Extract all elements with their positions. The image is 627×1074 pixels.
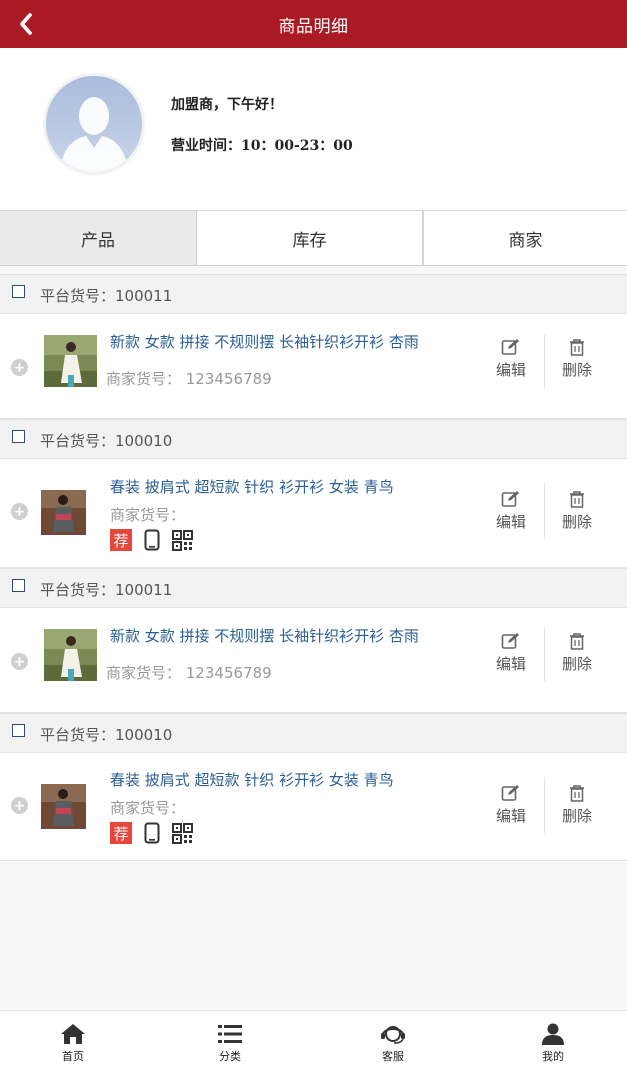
product-row[interactable]: + 新款 女款 拼接 不规则摆 长袖针织衫开衫 杏雨 商家货号： 1234567… <box>0 608 627 713</box>
mobile-icon[interactable] <box>144 822 160 844</box>
recommended-badge[interactable]: 荐 <box>110 822 132 844</box>
merchant-code: 商家货号： <box>110 799 186 817</box>
edit-label: 编辑 <box>495 361 526 379</box>
home-icon <box>61 1023 85 1044</box>
nav-home[interactable]: 首页 <box>33 1011 113 1074</box>
divider <box>544 334 545 388</box>
chevron-left-icon <box>20 13 32 35</box>
delete-label: 删除 <box>561 655 592 673</box>
tab-products[interactable]: 产品 <box>0 211 197 265</box>
product-detail-page: 商品明细 加盟商，下午好！ 营业时间：10：00-23：00 产品 库存 商家 <box>0 0 627 1074</box>
top-bar: 商品明细 <box>0 0 627 48</box>
merchant-code: 商家货号： 123456789 <box>106 664 272 682</box>
greeting-text: 加盟商，下午好！ <box>171 97 283 113</box>
select-checkbox[interactable] <box>12 285 25 298</box>
mobile-icon[interactable] <box>144 529 160 551</box>
merchant-code: 商家货号： 123456789 <box>106 370 272 388</box>
select-checkbox[interactable] <box>12 579 25 592</box>
business-hours: 营业时间：10：00-23：00 <box>171 138 353 154</box>
nav-category-label: 分类 <box>219 1049 241 1063</box>
platform-id: 平台货号：100011 <box>40 287 173 305</box>
nav-mine-label: 我的 <box>542 1049 564 1063</box>
product-group-header: 平台货号：100010 <box>0 419 627 459</box>
delete-button[interactable]: 删除 <box>552 490 602 532</box>
trash-icon <box>570 339 584 356</box>
trash-icon <box>570 633 584 650</box>
delete-label: 删除 <box>561 361 592 379</box>
product-row[interactable]: + 春装 披肩式 超短款 针织 衫开衫 女装 青鸟 商家货号： 荐 编辑 删除 <box>0 459 627 568</box>
edit-icon <box>501 491 519 507</box>
trash-icon <box>570 785 584 802</box>
delete-button[interactable]: 删除 <box>552 338 602 380</box>
tab-bar: 产品 库存 商家 <box>0 210 627 266</box>
product-row[interactable]: + 春装 披肩式 超短款 针织 衫开衫 女装 青鸟 商家货号： 荐 编辑 删除 <box>0 753 627 861</box>
bottom-nav: 首页 分类 客服 我的 <box>0 1010 627 1074</box>
nav-category[interactable]: 分类 <box>190 1011 270 1074</box>
product-thumbnail <box>41 784 86 829</box>
edit-button[interactable]: 编辑 <box>486 632 536 674</box>
product-row[interactable]: + 新款 女款 拼接 不规则摆 长袖针织衫开衫 杏雨 商家货号： 1234567… <box>0 314 627 419</box>
select-checkbox[interactable] <box>12 724 25 737</box>
product-thumbnail <box>41 490 86 535</box>
list-icon <box>218 1024 242 1043</box>
merchant-profile: 加盟商，下午好！ 营业时间：10：00-23：00 <box>0 48 627 210</box>
back-button[interactable] <box>14 12 38 36</box>
nav-home-label: 首页 <box>62 1049 84 1063</box>
headset-icon <box>381 1025 405 1044</box>
divider <box>544 777 545 833</box>
product-group-header: 平台货号：100011 <box>0 274 627 314</box>
delete-button[interactable]: 删除 <box>552 784 602 826</box>
nav-mine[interactable]: 我的 <box>513 1011 593 1074</box>
divider <box>544 628 545 682</box>
trash-icon <box>570 491 584 508</box>
expand-icon[interactable]: + <box>11 797 28 814</box>
qr-code-icon[interactable] <box>172 822 193 844</box>
edit-label: 编辑 <box>495 513 526 531</box>
product-name[interactable]: 新款 女款 拼接 不规则摆 长袖针织衫开衫 杏雨 <box>110 625 419 646</box>
product-thumbnail <box>44 629 97 681</box>
default-avatar-icon <box>46 76 142 172</box>
expand-icon[interactable]: + <box>11 653 28 670</box>
product-group-header: 平台货号：100011 <box>0 568 627 608</box>
delete-button[interactable]: 删除 <box>552 632 602 674</box>
edit-button[interactable]: 编辑 <box>486 338 536 380</box>
edit-label: 编辑 <box>495 655 526 673</box>
product-badges: 荐 <box>110 822 193 844</box>
edit-button[interactable]: 编辑 <box>486 490 536 532</box>
edit-label: 编辑 <box>495 807 526 825</box>
product-name[interactable]: 新款 女款 拼接 不规则摆 长袖针织衫开衫 杏雨 <box>110 331 419 352</box>
nav-service[interactable]: 客服 <box>353 1011 433 1074</box>
edit-icon <box>501 339 519 355</box>
avatar[interactable] <box>46 76 142 172</box>
expand-icon[interactable]: + <box>11 503 28 520</box>
expand-icon[interactable]: + <box>11 359 28 376</box>
merchant-code: 商家货号： <box>110 506 186 524</box>
product-group-header: 平台货号：100010 <box>0 713 627 753</box>
recommended-badge[interactable]: 荐 <box>110 529 132 551</box>
product-name[interactable]: 春装 披肩式 超短款 针织 衫开衫 女装 青鸟 <box>110 769 394 790</box>
qr-code-icon[interactable] <box>172 529 193 551</box>
product-name[interactable]: 春装 披肩式 超短款 针织 衫开衫 女装 青鸟 <box>110 476 394 497</box>
platform-id: 平台货号：100010 <box>40 432 173 450</box>
product-badges: 荐 <box>110 529 193 551</box>
user-icon <box>542 1023 564 1045</box>
edit-button[interactable]: 编辑 <box>486 784 536 826</box>
platform-id: 平台货号：100011 <box>40 581 173 599</box>
page-title: 商品明细 <box>278 16 349 37</box>
delete-label: 删除 <box>561 513 592 531</box>
tab-inventory[interactable]: 库存 <box>197 211 424 265</box>
product-thumbnail <box>44 335 97 387</box>
edit-icon <box>501 633 519 649</box>
tab-merchant[interactable]: 商家 <box>424 211 627 265</box>
edit-icon <box>501 785 519 801</box>
divider <box>544 483 545 539</box>
nav-service-label: 客服 <box>382 1049 404 1063</box>
select-checkbox[interactable] <box>12 430 25 443</box>
delete-label: 删除 <box>561 807 592 825</box>
platform-id: 平台货号：100010 <box>40 726 173 744</box>
